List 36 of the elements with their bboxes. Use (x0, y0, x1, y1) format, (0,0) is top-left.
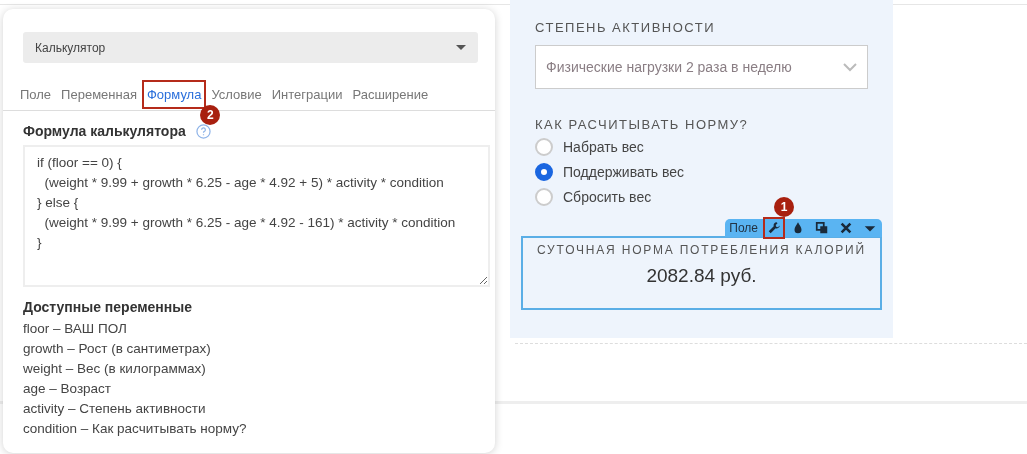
radio-label: Поддерживать вес (563, 164, 685, 180)
variable-description: age – Возраст (23, 380, 113, 398)
copy-icon (815, 221, 829, 235)
tab[interactable]: Формула (141, 79, 207, 109)
caret-icon (456, 45, 466, 50)
toolbar-button[interactable] (814, 220, 830, 236)
chevron-down-icon (843, 62, 857, 72)
field-label: СТЕПЕНЬ АКТИВНОСТИ (535, 20, 717, 35)
toolbar-button[interactable] (838, 220, 854, 236)
formula-editor[interactable]: if (floor == 0) { (weight * 9.99 + growth * 6.25 - age * 4.92 + 5) * activity * condition } else { (weight * 9.99 + growth * 6.25 - age * 4.92 - 161) * activity * condition } (23, 145, 490, 287)
radio-label: Сбросить вес (563, 189, 652, 205)
variable-description: floor – ВАШ ПОЛ (23, 320, 128, 338)
field-label: КАК РАСЧИТЫВАТЬ НОРМУ? (535, 117, 750, 132)
callout-badge: 1 (774, 197, 794, 217)
callout-badge: 2 (200, 104, 221, 125)
activity-dropdown[interactable]: Физические нагрузки 2 раза в неделю (535, 45, 868, 89)
tab[interactable]: Расширение (347, 79, 434, 109)
result-label: СУТОЧНАЯ НОРМА ПОТРЕБЛЕНИЯ КАЛОРИЙ (537, 243, 866, 257)
close-icon (839, 221, 853, 235)
toolbar-label: Поле (729, 221, 758, 235)
radio-button[interactable] (535, 163, 553, 181)
variable-description: activity – Степень активности (23, 400, 207, 418)
calculator-dropdown[interactable]: Калькулятор (23, 32, 478, 63)
toolbar-button[interactable] (766, 220, 782, 236)
help-icon[interactable] (195, 123, 211, 139)
variable-description: condition – Как расчитывать норму? (23, 420, 248, 438)
result-value: 2082.84 руб. (646, 265, 757, 287)
tab[interactable]: Поле (15, 79, 57, 109)
variable-description: growth – Рост (в сантиметрах) (23, 340, 212, 358)
wrench-icon (767, 221, 781, 235)
formula-title: Формула калькулятора (23, 123, 186, 139)
variables-title: Доступные переменные (23, 299, 194, 315)
tab[interactable]: Переменная (56, 79, 142, 109)
tab[interactable]: Интеграции (266, 79, 348, 109)
variable-description: weight – Вес (в килограммах) (23, 360, 207, 378)
radio-label: Набрать вес (563, 139, 644, 155)
